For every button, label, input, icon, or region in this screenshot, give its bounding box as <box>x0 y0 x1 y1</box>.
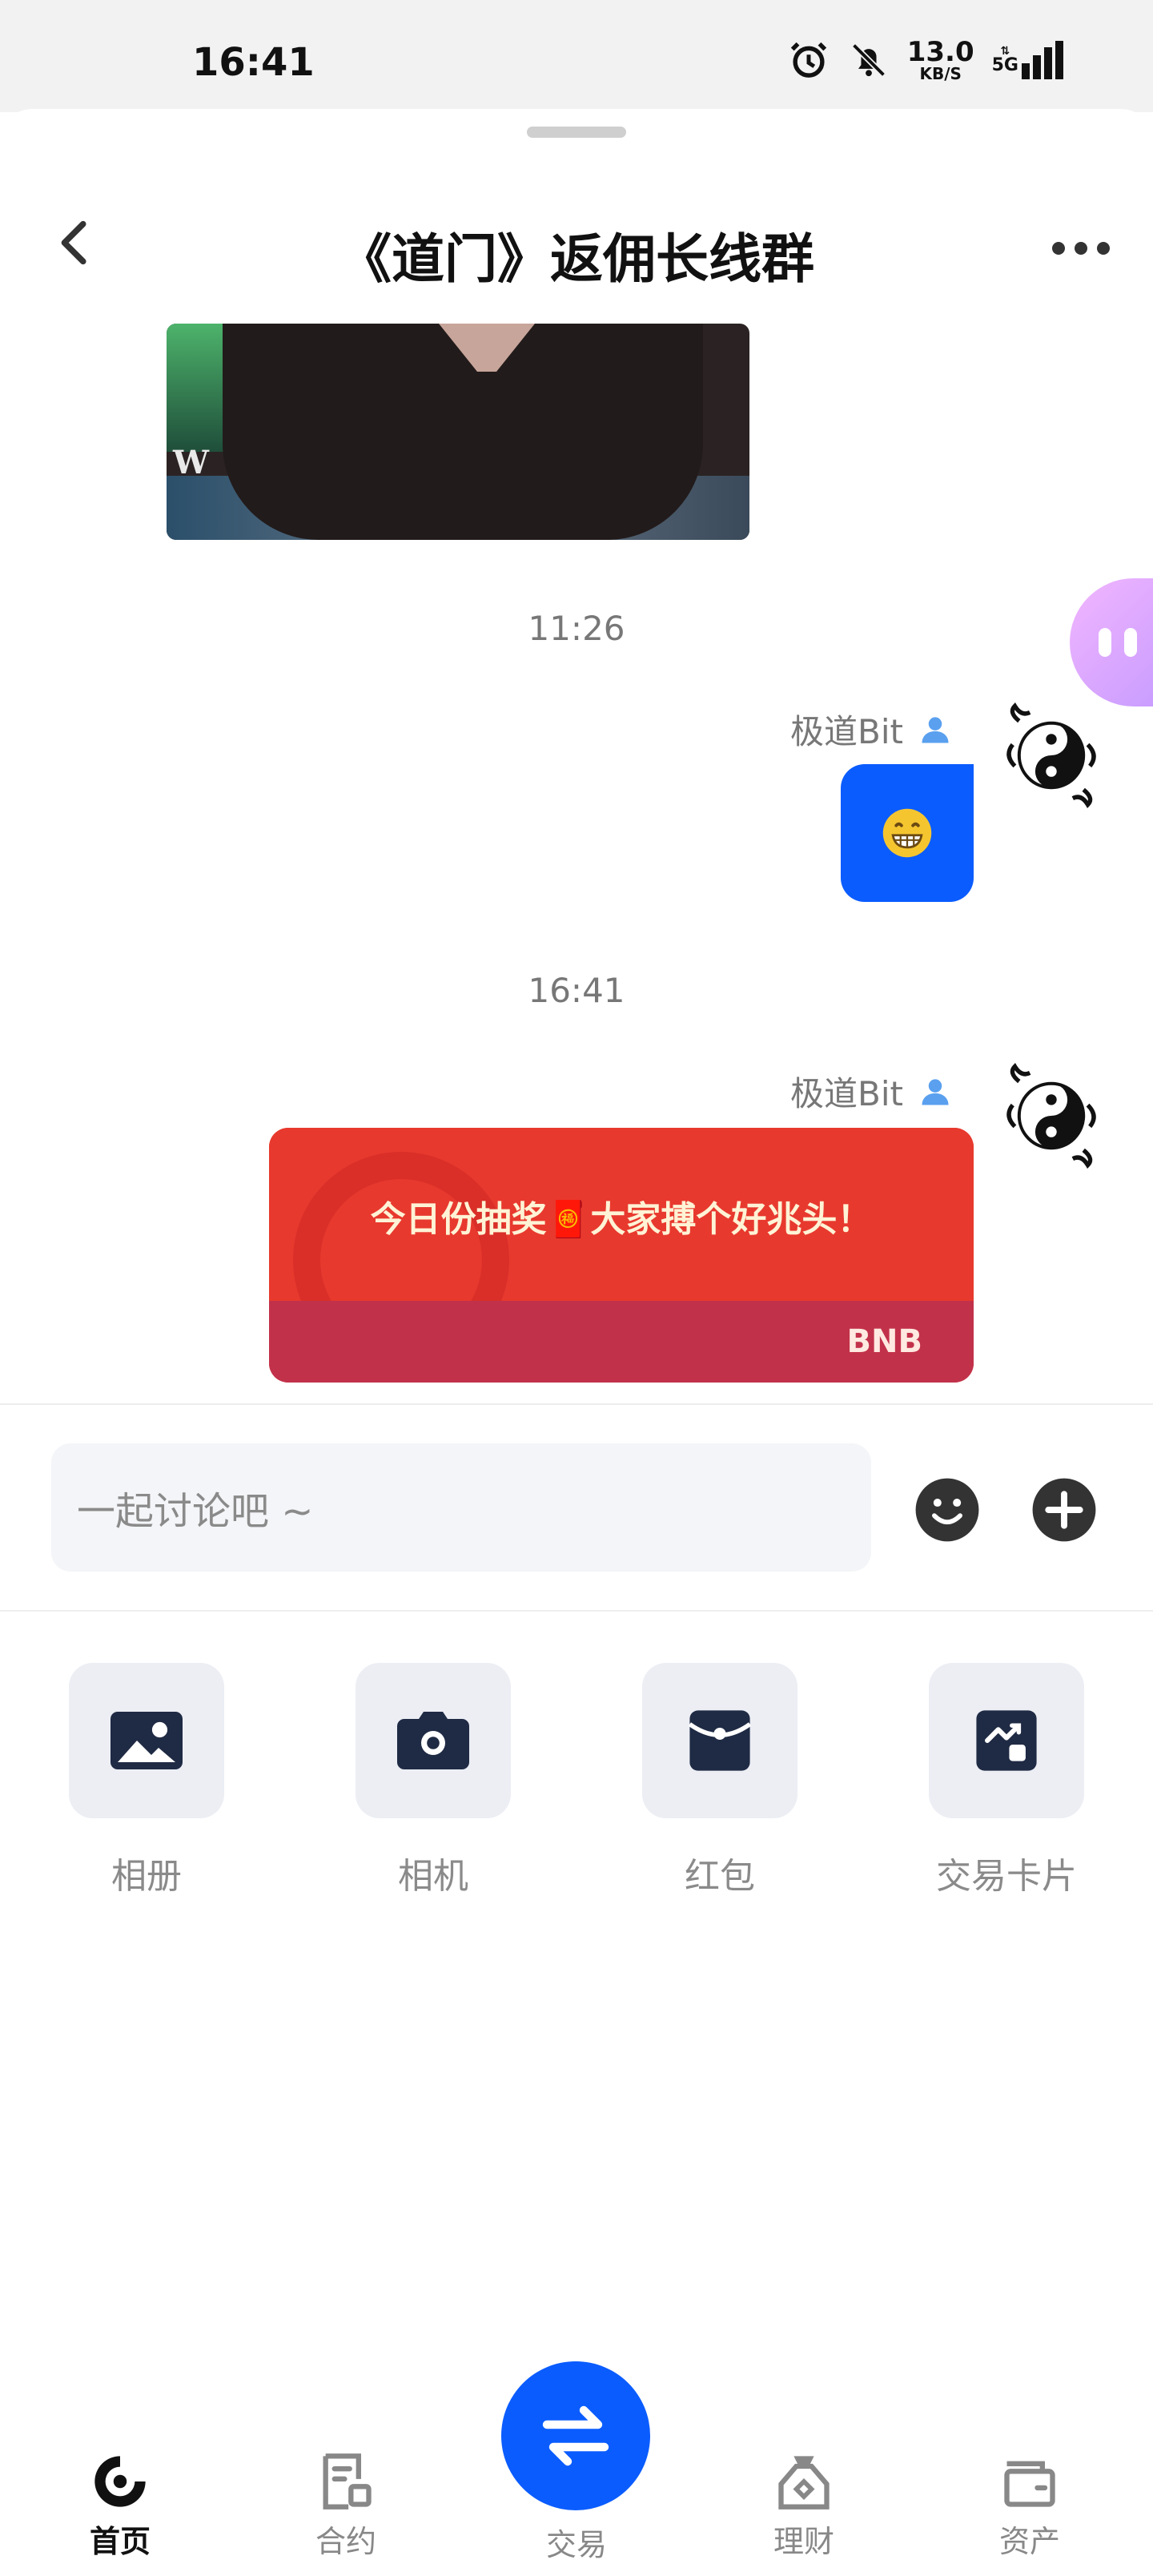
attach-album-button[interactable]: 相册 <box>69 1663 224 1898</box>
attach-label: 相册 <box>111 1856 182 1897</box>
nav-label: 合约 <box>315 2524 376 2559</box>
trade-card-icon <box>976 1710 1037 1771</box>
camera-icon <box>397 1712 469 1769</box>
person-icon <box>922 1078 949 1105</box>
page-title: 《道门》返佣长线群 <box>339 228 814 290</box>
red-packet-coin: BNB <box>846 1323 922 1360</box>
status-bar: 16:41 13.0 KB/S ⇅ 5G <box>0 0 1153 112</box>
message-sender: 极道Bit <box>790 1067 953 1116</box>
nav-label: 资产 <box>998 2524 1060 2559</box>
sender-name: 极道Bit <box>790 1074 903 1113</box>
wwe-logo-icon: W <box>173 444 209 481</box>
nav-item-contract[interactable]: 合约 <box>266 2451 426 2561</box>
assets-icon <box>1004 2461 1055 2507</box>
nav-item-finance[interactable]: 理财 <box>724 2451 884 2561</box>
attach-camera-button[interactable]: 相机 <box>356 1663 511 1898</box>
home-icon <box>94 2456 146 2507</box>
avatar[interactable] <box>998 1062 1105 1169</box>
attach-panel: 相册 相机 红包 交易卡片 <box>0 1663 1153 1903</box>
cellular: ⇅ 5G <box>992 41 1065 79</box>
trade-icon <box>542 2405 609 2466</box>
message-sender: 极道Bit <box>790 705 953 754</box>
divider <box>0 1610 1153 1612</box>
red-packet-text: 今日份抽奖🧧大家搏个好兆头！ <box>370 1199 873 1240</box>
sender-name: 极道Bit <box>790 712 903 751</box>
avatar[interactable] <box>998 702 1105 809</box>
network-speed-unit: KB/S <box>919 64 962 83</box>
bell-muted-icon <box>851 42 886 78</box>
more-icon[interactable] <box>1049 232 1113 264</box>
attach-label: 红包 <box>685 1856 755 1897</box>
nav-item-trade[interactable] <box>501 2361 650 2510</box>
assistant-eye-icon <box>1124 628 1137 657</box>
network-type: 5G <box>991 55 1018 75</box>
nav-label: 首页 <box>89 2524 151 2559</box>
status-icons: 13.0 KB/S ⇅ 5G <box>787 38 1065 82</box>
network-speed: 13.0 KB/S <box>907 38 974 82</box>
contract-icon <box>323 2453 372 2510</box>
attach-label: 相机 <box>398 1856 468 1897</box>
message-timestamp: 16:41 <box>528 971 625 1010</box>
attach-trade-card-button[interactable]: 交易卡片 <box>929 1663 1084 1898</box>
photo-album-icon <box>110 1712 183 1769</box>
attach-label: 交易卡片 <box>936 1856 1077 1897</box>
nav-label: 交易 <box>545 2527 607 2562</box>
message-timestamp: 11:26 <box>528 609 625 648</box>
emoji-icon[interactable] <box>913 1475 982 1544</box>
person-icon <box>922 716 949 743</box>
sheet-grabber[interactable] <box>527 127 626 138</box>
red-packet-icon <box>688 1710 752 1771</box>
nav-label: 理财 <box>773 2524 834 2559</box>
divider <box>0 1403 1153 1405</box>
network-speed-value: 13.0 <box>906 36 974 68</box>
red-packet-message[interactable]: 今日份抽奖🧧大家搏个好兆头！ BNB <box>269 1128 974 1383</box>
emoji-message-bubble[interactable] <box>841 764 974 902</box>
nav-item-home[interactable]: 首页 <box>40 2451 200 2561</box>
finance-icon <box>778 2456 830 2510</box>
plus-icon[interactable] <box>1030 1475 1099 1544</box>
attach-red-packet-button[interactable]: 红包 <box>642 1663 797 1898</box>
alarm-icon <box>790 42 826 78</box>
assistant-eye-icon <box>1099 628 1111 657</box>
image-message[interactable]: W <box>167 324 749 540</box>
message-input[interactable]: 一起讨论吧 ~ <box>51 1443 871 1572</box>
signal-icon <box>1022 41 1063 79</box>
status-time: 16:41 <box>192 40 315 85</box>
grin-emoji-icon <box>882 808 932 858</box>
red-packet-footer: BNB <box>269 1301 974 1383</box>
nav-item-assets[interactable]: 资产 <box>950 2451 1110 2561</box>
